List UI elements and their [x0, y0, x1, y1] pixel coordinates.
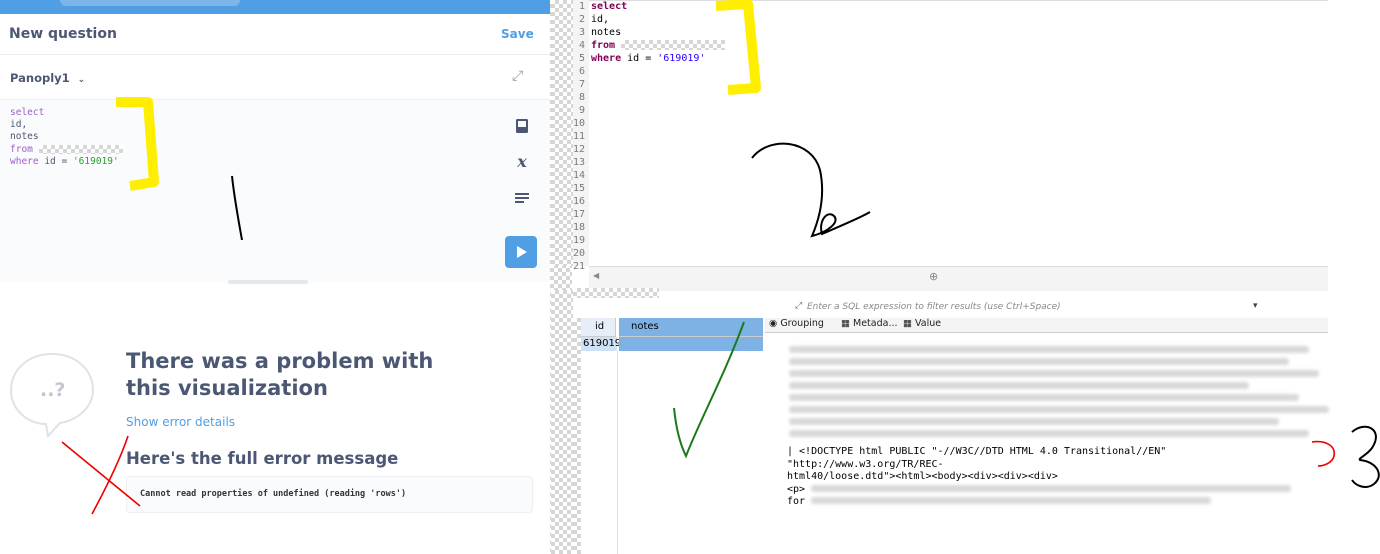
- tab-grouping[interactable]: ◉ Grouping: [769, 318, 824, 329]
- sql-keyword-from: from: [10, 143, 33, 155]
- book-icon[interactable]: [513, 118, 531, 138]
- value-line: for: [787, 496, 1327, 509]
- filter-icon: ⤢: [795, 301, 803, 311]
- variable-icon[interactable]: 𝒙: [513, 152, 531, 171]
- app-top-bar: [0, 0, 550, 14]
- crosshair-icon[interactable]: ⊕: [929, 270, 938, 283]
- sql-editor[interactable]: select id, notes from where id = '619019…: [0, 100, 550, 282]
- line-number: 2: [578, 14, 585, 25]
- tab-label: Metada...: [853, 318, 898, 329]
- filter-input[interactable]: Enter a SQL expression to filter results…: [807, 302, 1061, 312]
- line-number: 1: [578, 1, 585, 12]
- page-title: New question: [9, 26, 117, 42]
- line-number: 9: [578, 105, 585, 116]
- tab-label: Grouping: [780, 318, 824, 329]
- snippet-icon[interactable]: [513, 190, 531, 209]
- results-tab[interactable]: [573, 288, 659, 298]
- error-message-box: Cannot read properties of undefined (rea…: [126, 476, 533, 513]
- column-header-notes[interactable]: notes: [619, 318, 763, 337]
- database-selector[interactable]: Panoply1 ⌄: [10, 71, 85, 85]
- line-numbers: 1 2 3 4 5 6 7 8 9 10 11 12 13 14 15 16 17 18 19 20 21: [569, 0, 585, 273]
- sql-ide: 1 2 3 4 5 6 7 8 9 10 11 12 13 14 15 16 17 18 19 20 21 select…: [551, 0, 1380, 554]
- question-editor-app: New question Save Panoply1 ⌄ ⤢ select id…: [0, 0, 550, 554]
- value-text: | <!DOCTYPE html PUBLIC "-//W3C//DTD HTM…: [787, 446, 1327, 509]
- code-id: id,: [591, 14, 610, 25]
- sql-script[interactable]: select id, notes from where id = '619019…: [591, 0, 726, 65]
- sql-keyword-select: select: [10, 107, 45, 118]
- sql-text[interactable]: select id, notes from where id = '619019…: [10, 107, 123, 168]
- value-viewer[interactable]: | <!DOCTYPE html PUBLIC "-//W3C//DTD HTM…: [783, 334, 1329, 554]
- scroll-left-icon[interactable]: ◀: [593, 271, 599, 280]
- save-button[interactable]: Save: [501, 27, 534, 41]
- line-number: 14: [572, 170, 585, 181]
- line-number: 18: [572, 222, 585, 233]
- line-number: 6: [578, 66, 585, 77]
- code-from: from: [591, 40, 616, 51]
- redacted-table-name: [621, 40, 726, 50]
- line-number: 4: [578, 40, 585, 51]
- code-select: select: [591, 1, 628, 12]
- table-cell[interactable]: 619019: [581, 337, 621, 351]
- line-number: 19: [572, 235, 585, 246]
- code-where-value: '619019': [657, 53, 706, 64]
- tab-metadata[interactable]: ▦ Metada...: [841, 318, 898, 329]
- run-query-button[interactable]: [505, 236, 537, 268]
- line-number: 20: [572, 248, 585, 259]
- show-error-details-link[interactable]: Show error details: [126, 415, 235, 429]
- collapse-icon[interactable]: ⤢: [512, 68, 523, 84]
- sql-where-rest: id =: [38, 155, 73, 167]
- database-name: Panoply1: [10, 71, 70, 85]
- line-number: 10: [572, 118, 585, 129]
- value-line: <p>: [787, 484, 1327, 497]
- column-divider: [617, 351, 618, 554]
- results-grid[interactable]: id notes 619019: [573, 318, 765, 554]
- value-panel-tabs: ◉ Grouping ▦ Metada... ▦ Value: [765, 318, 1328, 333]
- filter-bar: ⤢ Enter a SQL expression to filter resul…: [791, 298, 1328, 319]
- database-bar: Panoply1 ⌄ ⤢: [0, 55, 550, 100]
- line-number: 13: [572, 157, 585, 168]
- row-header-strip: [573, 318, 581, 554]
- sql-line-notes: notes: [10, 131, 39, 143]
- column-label-notes: notes: [631, 321, 659, 332]
- column-label-id: id: [595, 321, 605, 332]
- line-number: 5: [578, 53, 585, 64]
- sql-keyword-where: where: [10, 155, 39, 167]
- line-number: 11: [572, 131, 585, 142]
- sql-where-value: '619019': [72, 155, 119, 167]
- column-header-id[interactable]: id: [581, 318, 616, 337]
- sql-line-id: id,: [10, 119, 28, 131]
- value-line: | <!DOCTYPE html PUBLIC "-//W3C//DTD HTM…: [787, 446, 1167, 470]
- line-number: 12: [572, 144, 585, 155]
- chevron-down-icon: ⌄: [77, 75, 86, 85]
- value-line-start: <p>: [787, 483, 806, 495]
- filter-dropdown-icon[interactable]: ▾: [1253, 301, 1258, 311]
- line-number: 21: [572, 261, 585, 272]
- line-number: 15: [572, 183, 585, 194]
- redacted-table-name: [38, 144, 123, 154]
- full-error-title: Here's the full error message: [126, 449, 399, 468]
- horizontal-scrollbar[interactable]: ◀ ⊕: [589, 266, 1328, 291]
- line-number: 16: [572, 196, 585, 207]
- cell-id-value: 619019: [583, 338, 622, 349]
- code-notes: notes: [591, 27, 622, 38]
- editor-resize-handle[interactable]: [228, 280, 308, 284]
- value-line-start: for: [787, 496, 806, 507]
- tab-value[interactable]: ▦ Value: [903, 318, 941, 329]
- tab-label: Value: [915, 318, 942, 329]
- value-line: html40/loose.dtd"><html><body><div><div>…: [787, 471, 1058, 482]
- table-cell-selected[interactable]: [619, 337, 763, 351]
- play-icon: [517, 246, 527, 258]
- bubble-glyph: ..?: [40, 379, 66, 401]
- error-title: There was a problem with this visualizat…: [126, 349, 434, 400]
- error-message: Cannot read properties of undefined (rea…: [140, 489, 407, 499]
- line-number: 3: [578, 27, 585, 38]
- line-number: 17: [572, 209, 585, 220]
- question-header: New question Save: [0, 14, 550, 55]
- line-number: 8: [578, 92, 585, 103]
- code-where: where: [591, 53, 622, 64]
- transparent-strip: [551, 290, 573, 554]
- line-number: 7: [578, 79, 585, 90]
- code-where-rest: id =: [621, 53, 658, 64]
